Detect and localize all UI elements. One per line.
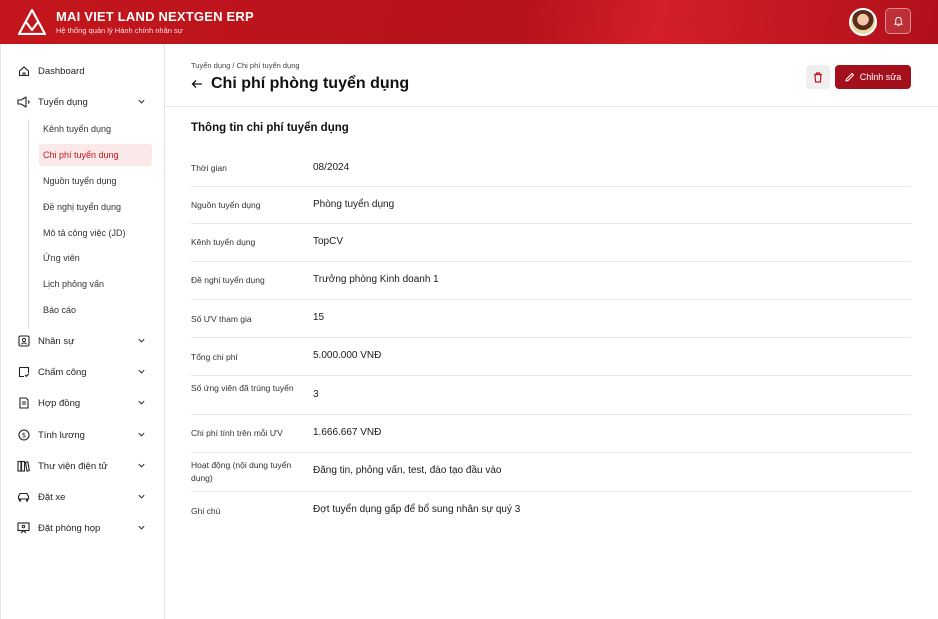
- chevron-down-icon: [138, 99, 145, 104]
- detail-value: 15: [313, 312, 325, 323]
- detail-label: Tổng chi phí: [191, 352, 238, 362]
- sidebar-item-label: Tuyển dụng: [38, 96, 88, 108]
- detail-label: Ghi chú: [191, 506, 221, 516]
- detail-row: Hoạt động (nội dung tuyển dụng) Đăng tin…: [191, 453, 911, 492]
- page-title: Chi phí phòng tuyển dụng: [191, 75, 409, 93]
- submenu-item-requests[interactable]: Đề nghị tuyển dụng: [39, 196, 152, 218]
- detail-row: Nguồn tuyển dụng Phòng tuyển dụng: [191, 187, 911, 224]
- contract-icon: [17, 397, 30, 410]
- sidebar-item-car-booking[interactable]: Đặt xe: [17, 487, 152, 507]
- detail-value: Phòng tuyển dụng: [313, 199, 395, 210]
- chevron-down-icon: [138, 400, 145, 405]
- page-title-text: Chi phí phòng tuyển dụng: [211, 75, 410, 92]
- submenu-item-reports[interactable]: Báo cáo: [39, 299, 152, 321]
- detail-value: Đợt tuyển dụng gấp để bổ sung nhân sự qu…: [313, 504, 521, 515]
- sidebar-item-library[interactable]: Thư viện điện tử: [17, 456, 152, 476]
- delete-button[interactable]: [806, 65, 830, 89]
- page-header: Tuyển dụng / Chi phí tuyển dụng Chi phí …: [166, 44, 938, 107]
- detail-row: Ghi chú Đợt tuyển dụng gấp để bổ sung nh…: [191, 492, 911, 530]
- car-icon: [17, 491, 30, 504]
- timesheet-icon: [17, 366, 30, 379]
- chevron-down-icon: [138, 338, 145, 343]
- app-subtitle: Hệ thống quản lý Hành chính nhân sự: [56, 26, 183, 35]
- detail-label: Số ứng viên đã trúng tuyển: [191, 383, 294, 393]
- detail-value: 1.666.667 VNĐ: [313, 427, 382, 438]
- submenu-divider: [28, 119, 29, 329]
- id-card-icon: [17, 335, 30, 348]
- home-icon: [17, 65, 30, 78]
- sidebar-item-timekeeping[interactable]: Chấm công: [17, 362, 152, 382]
- meeting-room-icon: [17, 522, 30, 535]
- detail-value: 08/2024: [313, 162, 350, 173]
- detail-value: TopCV: [313, 236, 344, 247]
- chevron-down-icon: [138, 432, 145, 437]
- pencil-icon: [845, 72, 854, 82]
- edit-button-label: Chỉnh sửa: [859, 72, 902, 82]
- section-title: Thông tin chi phí tuyển dụng: [191, 122, 349, 134]
- sidebar-item-dashboard[interactable]: Dashboard: [17, 61, 152, 81]
- detail-label: Đề nghị tuyển dụng: [191, 275, 265, 285]
- back-arrow-icon[interactable]: [191, 78, 203, 90]
- detail-row: Đề nghị tuyển dụng Trưởng phòng Kinh doa…: [191, 262, 911, 300]
- svg-text:$: $: [21, 432, 25, 440]
- breadcrumb[interactable]: Tuyển dụng / Chi phí tuyển dụng: [191, 61, 300, 70]
- sidebar-item-contracts[interactable]: Hợp đồng: [17, 393, 152, 413]
- trash-icon: [814, 71, 822, 83]
- dollar-icon: $: [17, 429, 30, 442]
- detail-value: 3: [313, 389, 319, 400]
- sidebar-item-meeting-room[interactable]: Đặt phòng họp: [17, 518, 152, 538]
- detail-row: Số ƯV tham gia 15: [191, 300, 911, 338]
- detail-row: Số ứng viên đã trúng tuyển 3: [191, 376, 911, 415]
- detail-label: Hoạt động (nội dung tuyển dụng): [191, 460, 292, 483]
- app-name: MAI VIET LAND NEXTGEN ERP: [56, 9, 254, 24]
- sidebar-item-label: Thư viện điện tử: [38, 460, 108, 472]
- bell-icon: [893, 16, 903, 26]
- sidebar: Dashboard Tuyển dụng Kênh tuyển dụng Chi…: [0, 44, 165, 619]
- chevron-down-icon: [138, 369, 145, 374]
- detail-row: Thời gian 08/2024: [191, 150, 911, 187]
- submenu-item-interviews[interactable]: Lịch phỏng vấn: [39, 273, 152, 295]
- top-header: MAI VIET LAND NEXTGEN ERP Hệ thống quản …: [0, 0, 938, 44]
- sidebar-item-label: Tính lương: [38, 429, 85, 441]
- detail-value: Trưởng phòng Kinh doanh 1: [313, 274, 439, 285]
- detail-row: Chi phí tính trên mỗi ƯV 1.666.667 VNĐ: [191, 415, 911, 453]
- sidebar-item-label: Đặt xe: [38, 491, 66, 503]
- sidebar-item-hr[interactable]: Nhân sự: [17, 331, 152, 351]
- chevron-down-icon: [138, 525, 145, 530]
- company-logo-icon: [18, 9, 46, 35]
- submenu-item-jd[interactable]: Mô tả công việc (JD): [39, 222, 152, 244]
- detail-value: 5.000.000 VNĐ: [313, 350, 382, 361]
- chevron-down-icon: [138, 494, 145, 499]
- detail-label: Kênh tuyển dụng: [191, 237, 256, 247]
- detail-value: Đăng tin, phỏng vấn, test, đào tạo đầu v…: [313, 465, 502, 476]
- detail-label: Thời gian: [191, 163, 227, 173]
- detail-label: Số ƯV tham gia: [191, 314, 252, 324]
- sidebar-item-payroll[interactable]: $ Tính lương: [17, 425, 152, 445]
- notification-button[interactable]: [885, 8, 911, 34]
- submenu-item-channels[interactable]: Kênh tuyển dụng: [39, 118, 152, 140]
- detail-row: Tổng chi phí 5.000.000 VNĐ: [191, 338, 911, 376]
- edit-button[interactable]: Chỉnh sửa: [835, 65, 911, 89]
- library-icon: [17, 460, 30, 473]
- sidebar-item-label: Đặt phòng họp: [38, 522, 101, 534]
- chevron-down-icon: [138, 463, 145, 468]
- megaphone-icon: [17, 96, 30, 109]
- sidebar-item-label: Dashboard: [38, 65, 85, 77]
- user-avatar[interactable]: [849, 8, 877, 36]
- detail-label: Chi phí tính trên mỗi ƯV: [191, 428, 283, 438]
- detail-row: Kênh tuyển dụng TopCV: [191, 224, 911, 262]
- submenu-item-candidates[interactable]: Ứng viên: [39, 247, 152, 269]
- sidebar-item-label: Hợp đồng: [38, 397, 81, 409]
- submenu-item-sources[interactable]: Nguồn tuyển dụng: [39, 170, 152, 192]
- submenu-item-cost[interactable]: Chi phí tuyển dụng: [39, 144, 152, 166]
- sidebar-item-recruitment[interactable]: Tuyển dụng: [17, 92, 152, 112]
- sidebar-item-label: Chấm công: [38, 366, 87, 378]
- detail-label: Nguồn tuyển dụng: [191, 200, 261, 210]
- sidebar-item-label: Nhân sự: [38, 335, 75, 347]
